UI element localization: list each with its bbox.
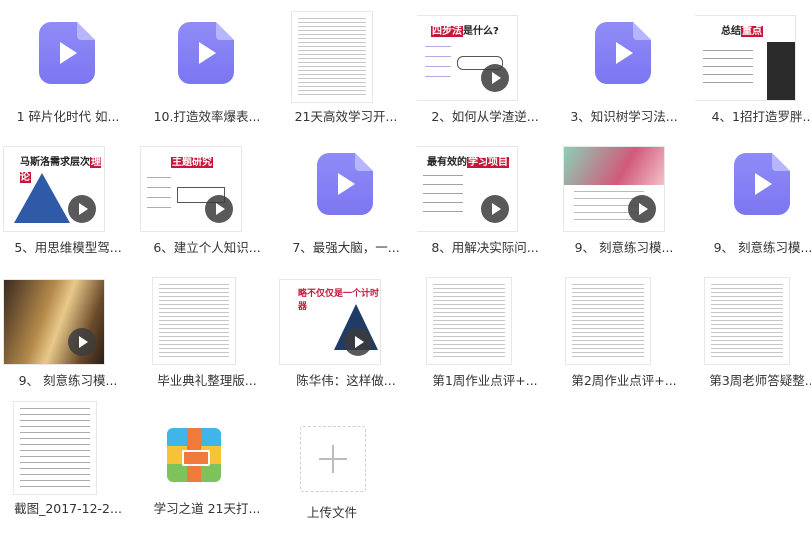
video-thumbnail: 总结重点 — [695, 16, 795, 100]
file-grid: 1 碎片化时代 如... 10.打造效率爆表... 21天高效学习开... 四步… — [0, 0, 811, 535]
file-name: 5、用思维模型驾... — [14, 240, 122, 255]
video-file-icon — [39, 22, 95, 84]
slide-title: 四步法是什么? — [431, 26, 499, 37]
file-name: 第3周老师答疑整... — [709, 373, 811, 388]
file-name: 第1周作业点评+... — [432, 373, 538, 388]
file-item[interactable]: 马斯洛需求层次理论 5、用思维模型驾... — [0, 139, 136, 267]
document-thumbnail — [153, 278, 235, 364]
file-name: 毕业典礼整理版... — [157, 373, 257, 388]
file-item[interactable]: 第2周作业点评+... — [556, 272, 692, 400]
file-item[interactable]: 第1周作业点评+... — [417, 272, 553, 400]
file-name: 1 碎片化时代 如... — [16, 109, 120, 124]
video-file-icon — [595, 22, 651, 84]
play-icon[interactable] — [481, 195, 509, 223]
file-item[interactable]: 毕业典礼整理版... — [139, 272, 275, 400]
file-name: 第2周作业点评+... — [571, 373, 677, 388]
play-icon[interactable] — [481, 64, 509, 92]
video-file-icon — [317, 153, 373, 215]
file-name: 10.打造效率爆表... — [153, 109, 261, 124]
play-icon[interactable] — [68, 195, 96, 223]
file-item[interactable]: 最有效的学习项目 8、用解决实际问... — [417, 139, 553, 267]
video-thumbnail: 略不仅仅是一个计时器 — [280, 280, 380, 364]
video-file-icon — [178, 22, 234, 84]
file-item[interactable]: 9、 刻意练习模... — [695, 139, 811, 267]
upload-button[interactable] — [300, 426, 366, 492]
file-name: 学习之道 21天打... — [153, 501, 261, 516]
file-item[interactable]: 主题研究 6、建立个人知识... — [139, 139, 275, 267]
video-thumbnail: 四步法是什么? — [417, 16, 517, 100]
file-item[interactable]: 学习之道 21天打... — [139, 400, 275, 528]
play-icon[interactable] — [205, 195, 233, 223]
file-item[interactable]: 略不仅仅是一个计时器 陈华伟：这样做... — [278, 272, 414, 400]
file-name: 截图_2017-12-2... — [14, 501, 122, 516]
document-thumbnail — [292, 12, 372, 102]
file-item[interactable]: 总结重点 4、1招打造罗胖... — [695, 8, 811, 136]
file-item[interactable]: 1 碎片化时代 如... — [0, 8, 136, 136]
file-name: 9、 刻意练习模... — [713, 240, 811, 255]
video-thumbnail — [564, 147, 664, 231]
play-icon[interactable] — [68, 328, 96, 356]
document-thumbnail — [427, 278, 511, 364]
file-name: 21天高效学习开... — [294, 109, 398, 124]
video-file-icon — [734, 153, 790, 215]
file-name: 陈华伟：这样做... — [296, 373, 396, 388]
video-thumbnail — [4, 280, 104, 364]
file-name: 6、建立个人知识... — [153, 240, 261, 255]
document-thumbnail — [566, 278, 650, 364]
file-item[interactable]: 第3周老师答疑整... — [695, 272, 811, 400]
play-icon[interactable] — [628, 195, 656, 223]
file-item[interactable]: 7、最强大脑，一... — [278, 139, 414, 267]
file-name: 9、 刻意练习模... — [574, 240, 674, 255]
video-thumbnail: 主题研究 — [141, 147, 241, 231]
video-thumbnail: 最有效的学习项目 — [417, 147, 517, 231]
file-item[interactable]: 10.打造效率爆表... — [139, 8, 275, 136]
video-thumbnail: 马斯洛需求层次理论 — [4, 147, 104, 231]
file-item[interactable]: 9、 刻意练习模... — [556, 139, 692, 267]
play-icon[interactable] — [344, 328, 372, 356]
screenshot-thumbnail — [14, 402, 96, 494]
file-name: 4、1招打造罗胖... — [711, 109, 811, 124]
file-item[interactable]: 截图_2017-12-2... — [0, 400, 136, 528]
file-item[interactable]: 四步法是什么? 2、如何从学渣逆... — [417, 8, 553, 136]
file-name: 2、如何从学渣逆... — [431, 109, 539, 124]
document-thumbnail — [705, 278, 789, 364]
file-name: 9、 刻意练习模... — [18, 373, 118, 388]
file-name: 8、用解决实际问... — [431, 240, 539, 255]
file-item[interactable]: 3、知识树学习法... — [556, 8, 692, 136]
upload-label[interactable]: 上传文件 — [278, 502, 386, 521]
archive-icon — [167, 428, 221, 482]
file-item[interactable]: 9、 刻意练习模... — [0, 272, 136, 400]
file-name: 3、知识树学习法... — [570, 109, 678, 124]
file-item[interactable]: 21天高效学习开... — [278, 8, 414, 136]
file-name: 7、最强大脑，一... — [292, 240, 400, 255]
